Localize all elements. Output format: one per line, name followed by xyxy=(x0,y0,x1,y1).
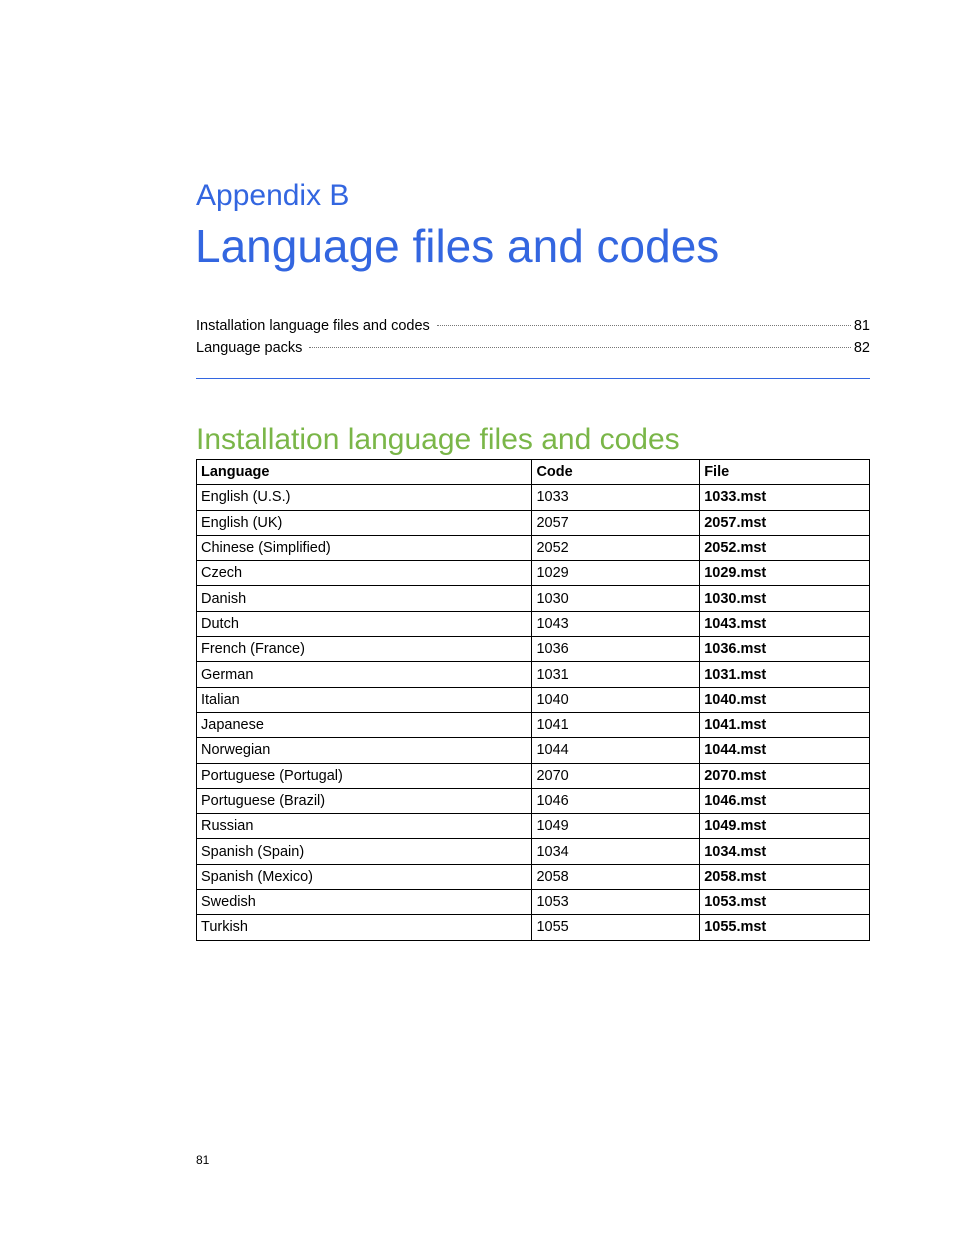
language-cell: Portuguese (Brazil) xyxy=(195,787,533,815)
file-cell: 1053.mst xyxy=(699,889,870,916)
language-cell: Czech xyxy=(195,560,533,587)
file-cell: 2052.mst xyxy=(699,534,870,562)
file-cell: 2070.mst xyxy=(699,762,870,789)
code-cell: 1041 xyxy=(531,711,701,739)
code-cell: 1034 xyxy=(531,838,701,865)
section-title: Installation language files and codes xyxy=(196,423,680,456)
code-cell: 1030 xyxy=(531,585,701,612)
table-row: Chinese (Simplified) 2052 2052.mst xyxy=(195,534,870,562)
table-row: Portuguese (Portugal) 2070 2070.mst xyxy=(195,762,870,789)
file-cell: 1031.mst xyxy=(699,661,870,688)
language-cell: English (U.S.) xyxy=(195,484,533,511)
appendix-label: Appendix B xyxy=(196,179,350,212)
table-row: English (U.S.) 1033 1033.mst xyxy=(195,484,870,511)
code-cell: 1029 xyxy=(531,560,701,587)
table-row: Japanese 1041 1041.mst xyxy=(195,711,870,739)
table-row: Spanish (Mexico) 2058 2058.mst xyxy=(195,863,870,891)
file-cell: 2058.mst xyxy=(699,863,870,891)
code-cell: 1049 xyxy=(531,813,701,840)
column-header-code: Code xyxy=(531,458,701,486)
toc-leader-dots xyxy=(436,325,851,326)
file-cell: 1043.mst xyxy=(699,610,870,638)
language-cell: Spanish (Spain) xyxy=(195,838,533,865)
code-cell: 1055 xyxy=(531,914,701,941)
file-cell: 1049.mst xyxy=(699,813,870,840)
column-header-language: Language xyxy=(195,458,533,486)
code-cell: 1033 xyxy=(531,484,701,511)
language-cell: Swedish xyxy=(195,889,533,916)
code-cell: 1046 xyxy=(531,787,701,815)
language-cell: Russian xyxy=(195,813,533,840)
language-cell: Japanese xyxy=(195,711,533,739)
table-row: Swedish 1053 1053.mst xyxy=(195,889,870,916)
toc-entry-label: Language packs xyxy=(196,340,303,356)
table-row: Czech 1029 1029.mst xyxy=(195,560,870,587)
language-cell: Danish xyxy=(195,585,533,612)
language-table: Language Code File English (U.S.) 1033 103… xyxy=(195,458,870,941)
column-header-file: File xyxy=(699,458,870,486)
file-cell: 1040.mst xyxy=(699,686,870,713)
table-row: German 1031 1031.mst xyxy=(195,661,870,688)
code-cell: 1031 xyxy=(531,661,701,688)
table-row: Dutch 1043 1043.mst xyxy=(195,610,870,638)
code-cell: 1044 xyxy=(531,737,701,764)
code-cell: 2058 xyxy=(531,863,701,891)
file-cell: 1034.mst xyxy=(699,838,870,865)
toc-entry-page: 81 xyxy=(853,318,870,334)
code-cell: 2052 xyxy=(531,534,701,562)
language-cell: French (France) xyxy=(195,636,533,663)
table-of-contents: Installation language files and codes 81… xyxy=(196,315,870,359)
table-row: English (UK) 2057 2057.mst xyxy=(195,509,870,536)
table-row: Portuguese (Brazil) 1046 1046.mst xyxy=(195,787,870,815)
page-number: 81 xyxy=(196,1153,210,1167)
table-row: Russian 1049 1049.mst xyxy=(195,813,870,840)
table-row: Spanish (Spain) 1034 1034.mst xyxy=(195,838,870,865)
file-cell: 1030.mst xyxy=(699,585,870,612)
table-body: English (U.S.) 1033 1033.mst English (UK) 20… xyxy=(195,484,870,941)
language-cell: Chinese (Simplified) xyxy=(195,534,533,562)
table-row: Turkish 1055 1055.mst xyxy=(195,914,870,941)
table-row: Norwegian 1044 1044.mst xyxy=(195,737,870,764)
chapter-title: Language files and codes xyxy=(195,220,720,272)
file-cell: 1055.mst xyxy=(699,914,870,941)
code-cell: 1036 xyxy=(531,636,701,663)
file-cell: 1041.mst xyxy=(699,711,870,739)
code-cell: 1053 xyxy=(531,889,701,916)
language-cell: German xyxy=(195,661,533,688)
toc-entry-label: Installation language files and codes xyxy=(196,318,430,334)
code-cell: 1040 xyxy=(531,686,701,713)
file-cell: 2057.mst xyxy=(699,509,870,536)
language-cell: Italian xyxy=(195,686,533,713)
code-cell: 2070 xyxy=(531,762,701,789)
file-cell: 1036.mst xyxy=(699,636,870,663)
toc-entry-installation[interactable]: Installation language files and codes 81 xyxy=(196,315,870,337)
file-cell: 1044.mst xyxy=(699,737,870,764)
language-cell: English (UK) xyxy=(195,509,533,536)
toc-entry-page: 82 xyxy=(853,340,870,356)
toc-leader-dots xyxy=(309,347,851,348)
file-cell: 1046.mst xyxy=(699,787,870,815)
table-row: Danish 1030 1030.mst xyxy=(195,585,870,612)
file-cell: 1029.mst xyxy=(699,560,870,587)
table-row: Italian 1040 1040.mst xyxy=(195,686,870,713)
language-cell: Spanish (Mexico) xyxy=(195,863,533,891)
language-cell: Turkish xyxy=(195,914,533,941)
toc-entry-language-packs[interactable]: Language packs 82 xyxy=(196,337,870,359)
code-cell: 1043 xyxy=(531,610,701,638)
table-row: French (France) 1036 1036.mst xyxy=(195,636,870,663)
language-cell: Portuguese (Portugal) xyxy=(195,762,533,789)
code-cell: 2057 xyxy=(531,509,701,536)
file-cell: 1033.mst xyxy=(699,484,870,511)
table-header-row: Language Code File xyxy=(195,458,870,486)
language-cell: Norwegian xyxy=(195,737,533,764)
language-cell: Dutch xyxy=(195,610,533,638)
section-divider xyxy=(196,378,870,379)
